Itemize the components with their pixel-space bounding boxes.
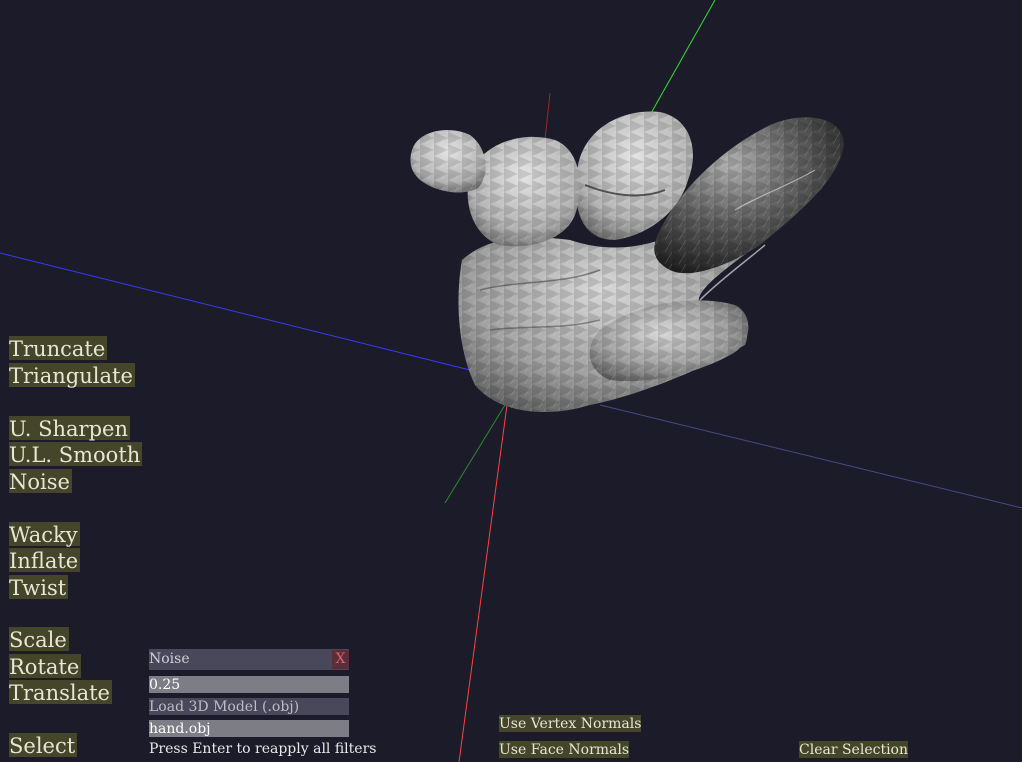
inflate-button[interactable]: Inflate: [9, 548, 81, 573]
wacky-button[interactable]: Wacky: [9, 522, 80, 547]
use-face-normals-button[interactable]: Use Face Normals: [499, 741, 630, 758]
uniform-sharpen-button[interactable]: U. Sharpen: [9, 416, 130, 441]
truncate-button[interactable]: Truncate: [9, 336, 108, 361]
noise-button[interactable]: Noise: [9, 469, 72, 494]
filter-panel-title: Noise X: [149, 649, 349, 670]
axis-z-line-far: [599, 404, 1022, 509]
axis-x-line: [544, 92, 551, 141]
use-vertex-normals-button[interactable]: Use Vertex Normals: [499, 715, 642, 732]
translate-button[interactable]: Translate: [9, 680, 112, 705]
scale-button[interactable]: Scale: [9, 627, 69, 652]
model-file-input[interactable]: hand.obj: [149, 720, 349, 737]
uniform-laplacian-smooth-button[interactable]: U.L. Smooth: [9, 442, 143, 467]
select-button[interactable]: Select: [9, 733, 78, 758]
filter-panel-title-text: Noise: [149, 651, 190, 667]
viewport-3d[interactable]: [0, 0, 1022, 762]
axis-x-line-near: [458, 404, 508, 762]
clear-selection-button[interactable]: Clear Selection: [799, 741, 908, 758]
load-model-label: Load 3D Model (.obj): [149, 698, 349, 715]
triangulate-button[interactable]: Triangulate: [9, 363, 135, 388]
axis-y-line: [649, 0, 716, 116]
close-panel-button[interactable]: X: [332, 650, 349, 669]
hand-mesh: [410, 111, 844, 413]
rotate-button[interactable]: Rotate: [9, 654, 82, 679]
twist-button[interactable]: Twist: [9, 575, 69, 600]
noise-amount-input[interactable]: 0.25: [149, 676, 349, 693]
reapply-hint: Press Enter to reapply all filters: [149, 741, 377, 757]
